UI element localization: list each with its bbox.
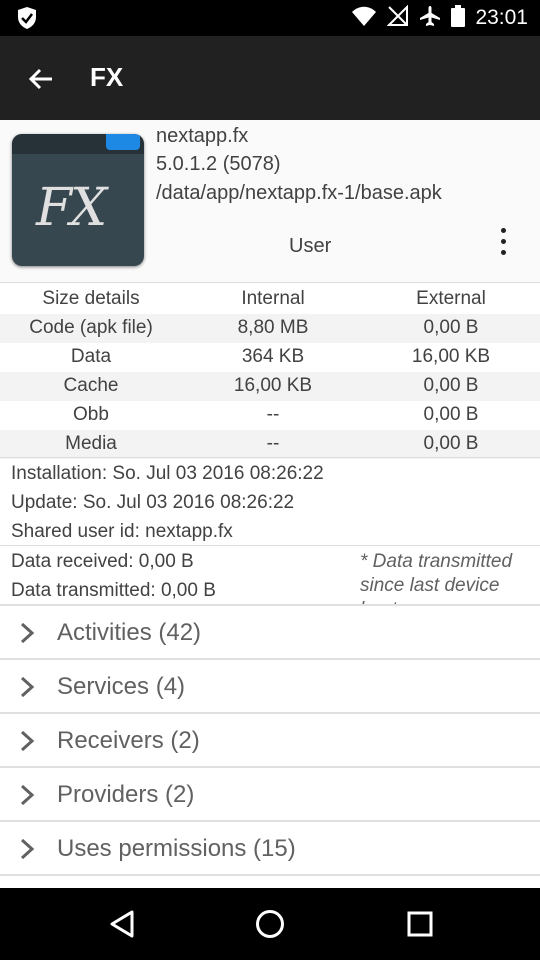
external-value: 0,00 B xyxy=(423,317,479,338)
internal-value: -- xyxy=(266,404,280,425)
internal-value: -- xyxy=(266,433,280,454)
clock: 23:01 xyxy=(475,6,528,29)
shield-check-icon xyxy=(16,6,38,30)
data-received: Data received: 0,00 B xyxy=(11,551,194,572)
chevron-right-icon xyxy=(18,676,36,698)
page-title: FX xyxy=(90,62,124,92)
installation-date: Installation: So. Jul 03 2016 08:26:22 xyxy=(11,463,324,484)
app-icon-label: FX xyxy=(36,178,107,238)
row-label: Obb xyxy=(73,404,109,425)
header-internal: Internal xyxy=(241,288,305,309)
section-providers[interactable]: Providers (2) xyxy=(0,768,540,821)
section-label: Activities (42) xyxy=(57,619,202,646)
section-label: Uses permissions (15) xyxy=(57,835,296,862)
section-uses-permissions[interactable]: Uses permissions (15) xyxy=(0,822,540,875)
divider xyxy=(0,545,540,546)
row-label: Media xyxy=(65,433,117,454)
section-receivers[interactable]: Receivers (2) xyxy=(0,714,540,767)
internal-value: 364 KB xyxy=(241,346,305,367)
shared-user-id: Shared user id: nextapp.fx xyxy=(11,521,233,542)
table-row: Cache 16,00 KB 0,00 B xyxy=(0,372,540,401)
external-value: 0,00 B xyxy=(423,404,479,425)
version: 5.0.1.2 (5078) xyxy=(156,153,281,175)
external-value: 16,00 KB xyxy=(411,346,491,367)
table-row: Obb -- 0,00 B xyxy=(0,401,540,430)
update-date: Update: So. Jul 03 2016 08:26:22 xyxy=(11,492,295,513)
table-row: Code (apk file) 8,80 MB 0,00 B xyxy=(0,314,540,343)
internal-value: 16,00 KB xyxy=(233,375,313,396)
overflow-menu-icon[interactable] xyxy=(492,228,514,264)
package-name: nextapp.fx xyxy=(156,125,249,147)
battery-icon xyxy=(451,4,466,32)
chevron-right-icon xyxy=(18,622,36,644)
app-bar: FX xyxy=(0,36,540,120)
table-row: Media -- 0,00 B xyxy=(0,430,540,459)
divider xyxy=(0,282,540,283)
divider xyxy=(0,874,540,876)
chevron-right-icon xyxy=(18,838,36,860)
external-value: 0,00 B xyxy=(423,433,479,454)
chevron-right-icon xyxy=(18,784,36,806)
section-label: Services (4) xyxy=(57,673,186,700)
home-nav-icon[interactable] xyxy=(254,908,286,940)
divider xyxy=(0,457,540,458)
app-icon: FX xyxy=(12,134,144,266)
traffic-note: * Data transmitted since last device boo… xyxy=(360,551,513,604)
section-label: Receivers (2) xyxy=(57,727,200,754)
back-arrow-icon[interactable] xyxy=(26,64,56,94)
data-transmitted: Data transmitted: 0,00 B xyxy=(11,580,216,601)
apk-path: /data/app/nextapp.fx-1/base.apk xyxy=(156,182,442,204)
header-external: External xyxy=(416,288,486,309)
airplane-icon xyxy=(419,5,441,32)
header-size-details: Size details xyxy=(42,288,140,309)
section-label: Providers (2) xyxy=(57,781,195,808)
signal-off-icon xyxy=(387,4,409,32)
app-type: User xyxy=(289,235,332,257)
navigation-bar xyxy=(0,888,540,960)
section-activities[interactable]: Activities (42) xyxy=(0,606,540,659)
status-bar: 23:01 xyxy=(0,0,540,36)
size-table-header: Size details Internal External xyxy=(0,285,540,314)
section-services[interactable]: Services (4) xyxy=(0,660,540,713)
row-label: Data xyxy=(70,346,112,367)
external-value: 0,00 B xyxy=(423,375,479,396)
internal-value: 8,80 MB xyxy=(237,317,309,338)
chevron-right-icon xyxy=(18,730,36,752)
table-row: Data 364 KB 16,00 KB xyxy=(0,343,540,372)
row-label: Code (apk file) xyxy=(29,317,153,338)
back-nav-icon[interactable] xyxy=(106,908,138,940)
wifi-icon xyxy=(351,5,377,32)
row-label: Cache xyxy=(63,375,119,396)
recents-nav-icon[interactable] xyxy=(404,908,436,940)
